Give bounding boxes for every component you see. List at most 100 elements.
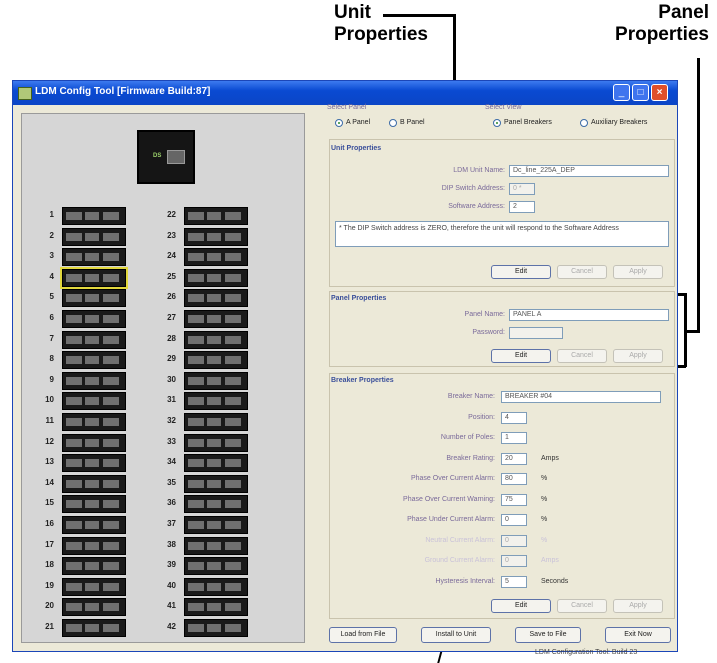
breaker-27[interactable] xyxy=(184,310,248,328)
breaker-prop-field[interactable]: 0 xyxy=(501,534,527,547)
breaker-30[interactable] xyxy=(184,371,248,390)
close-button[interactable]: × xyxy=(651,84,668,101)
unit-name-field[interactable]: Dc_line_225A_DEP xyxy=(509,165,669,177)
breaker-31[interactable] xyxy=(184,392,248,411)
callout-panel-line1: Panel xyxy=(658,2,709,23)
exit-now-button[interactable]: Exit Now xyxy=(605,627,671,643)
breaker-36[interactable] xyxy=(184,495,248,514)
breaker-apply-button[interactable]: Apply xyxy=(613,599,663,613)
breaker-24[interactable] xyxy=(184,248,248,267)
breaker-23[interactable] xyxy=(184,227,248,246)
breaker-19[interactable] xyxy=(62,577,126,596)
breaker-8[interactable] xyxy=(62,351,126,370)
breaker-14[interactable] xyxy=(62,474,126,493)
unit-name-label: LDM Unit Name: xyxy=(453,167,505,174)
breaker-32[interactable] xyxy=(184,413,248,431)
breaker-row: 10 xyxy=(34,391,174,411)
minimize-button[interactable]: _ xyxy=(613,84,630,101)
breaker-prop-label: Hysteresis Interval: xyxy=(435,577,495,585)
breaker-7[interactable] xyxy=(62,330,126,349)
breaker-13[interactable] xyxy=(62,454,126,473)
breaker-row: 35 xyxy=(156,474,296,493)
breaker-25[interactable] xyxy=(184,268,248,287)
breaker-21[interactable] xyxy=(62,619,126,637)
breaker-12[interactable] xyxy=(62,433,126,452)
maximize-button[interactable]: □ xyxy=(632,84,649,101)
breaker-pole xyxy=(66,253,82,262)
breaker-prop-field[interactable]: 4 xyxy=(501,411,527,424)
auxiliary-breakers-radio[interactable] xyxy=(580,119,588,127)
auxiliary-breakers-label[interactable]: Auxiliary Breakers xyxy=(591,119,647,126)
breaker-37[interactable] xyxy=(184,516,248,534)
breaker-prop-field[interactable]: 1 xyxy=(501,432,527,444)
breaker-3[interactable] xyxy=(62,248,126,267)
unit-apply-button[interactable]: Apply xyxy=(613,265,663,279)
breaker-16[interactable] xyxy=(62,516,126,534)
breaker-cancel-button[interactable]: Cancel xyxy=(557,599,607,613)
breaker-pole xyxy=(85,397,99,406)
b-panel-radio[interactable] xyxy=(389,119,397,127)
breaker-4[interactable] xyxy=(60,266,128,289)
panel-name-field[interactable]: PANEL A xyxy=(509,309,669,321)
breaker-edit-button[interactable]: Edit xyxy=(491,599,551,613)
panel-breakers-label[interactable]: Panel Breakers xyxy=(504,119,552,126)
breaker-5[interactable] xyxy=(62,289,126,308)
unit-device-label: DS xyxy=(153,153,162,159)
breaker-41[interactable] xyxy=(184,598,248,617)
breaker-pole xyxy=(103,253,119,262)
breaker-9[interactable] xyxy=(62,371,126,390)
unit-edit-button[interactable]: Edit xyxy=(491,265,551,279)
breaker-20[interactable] xyxy=(62,598,126,617)
software-address-field[interactable]: 2 xyxy=(509,201,535,213)
breaker-6[interactable] xyxy=(62,310,126,328)
breaker-prop-field[interactable]: 0 xyxy=(501,514,527,526)
breaker-prop-unit: Amps xyxy=(541,454,559,462)
breaker-prop-field[interactable]: 20 xyxy=(501,452,527,465)
breaker-number: 42 xyxy=(167,622,176,631)
install-to-unit-button[interactable]: Install to Unit xyxy=(421,627,491,643)
unit-cancel-button[interactable]: Cancel xyxy=(557,265,607,279)
breaker-prop-field[interactable]: 75 xyxy=(501,493,527,506)
breaker-38[interactable] xyxy=(184,536,248,555)
breaker-33[interactable] xyxy=(184,433,248,452)
panel-edit-button[interactable]: Edit xyxy=(491,349,551,363)
save-to-file-button[interactable]: Save to File xyxy=(515,627,581,643)
breaker-39[interactable] xyxy=(184,557,248,576)
breaker-pole xyxy=(188,418,204,426)
breaker-prop-field[interactable]: 5 xyxy=(501,575,527,588)
breaker-15[interactable] xyxy=(62,495,126,514)
panel-properties-title: Panel Properties xyxy=(331,295,387,302)
breaker-10[interactable] xyxy=(62,392,126,411)
a-panel-label[interactable]: A Panel xyxy=(346,119,370,126)
breaker-number: 18 xyxy=(45,560,54,570)
a-panel-radio[interactable] xyxy=(335,119,343,127)
breaker-prop-field[interactable]: BREAKER #04 xyxy=(501,391,661,403)
breaker-pole xyxy=(103,212,119,220)
breaker-29[interactable] xyxy=(184,351,248,370)
breaker-35[interactable] xyxy=(184,474,248,493)
breaker-26[interactable] xyxy=(184,289,248,308)
breaker-2[interactable] xyxy=(62,227,126,246)
breaker-28[interactable] xyxy=(184,330,248,349)
password-field[interactable] xyxy=(509,327,563,339)
breaker-1[interactable] xyxy=(62,207,126,225)
breaker-42[interactable] xyxy=(184,619,248,637)
panel-breakers-radio[interactable] xyxy=(493,119,501,127)
panel-apply-button[interactable]: Apply xyxy=(613,349,663,363)
breaker-pole xyxy=(66,479,82,488)
breaker-prop-field[interactable]: 80 xyxy=(501,473,527,485)
breaker-34[interactable] xyxy=(184,454,248,473)
breaker-pole xyxy=(66,562,82,571)
breaker-40[interactable] xyxy=(184,577,248,596)
panel-cancel-button[interactable]: Cancel xyxy=(557,349,607,363)
breaker-11[interactable] xyxy=(62,413,126,431)
breaker-18[interactable] xyxy=(62,557,126,576)
unit-device[interactable]: DS xyxy=(137,130,195,184)
breaker-17[interactable] xyxy=(62,536,126,555)
load-from-file-button[interactable]: Load from File xyxy=(329,627,397,643)
breaker-row: 8 xyxy=(34,350,174,370)
breaker-prop-label: Phase Over Current Alarm: xyxy=(410,475,495,482)
breaker-prop-field[interactable]: 0 xyxy=(501,555,527,567)
b-panel-label[interactable]: B Panel xyxy=(400,119,425,126)
breaker-22[interactable] xyxy=(184,207,248,225)
